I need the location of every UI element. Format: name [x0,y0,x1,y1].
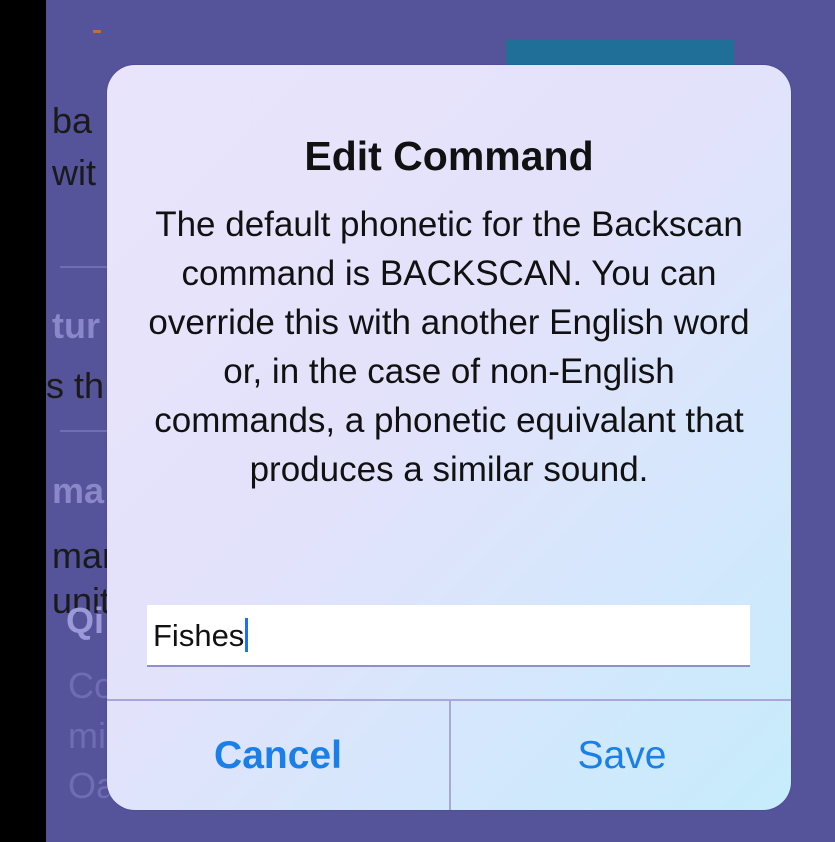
dialog-message: The default phonetic for the Backscan co… [148,205,750,489]
background-text: mar [52,535,114,576]
dialog-title: Edit Command [304,133,594,179]
save-button[interactable]: Save [451,701,791,810]
cancel-button[interactable]: Cancel [107,701,449,810]
save-button-label: Save [577,733,667,777]
background-heading: tur [52,305,100,346]
background-text: s th [46,365,105,406]
background-indicator [93,30,101,33]
background-text: ba [52,100,93,141]
background-text: mi [68,715,106,756]
phonetic-input[interactable]: Fishes [153,618,249,654]
background-heading: ma [52,470,105,511]
background-text: wit [52,152,96,193]
edit-command-dialog: Edit Command The default phonetic for th… [107,65,791,810]
cancel-button-label: Cancel [214,733,342,777]
phonetic-input-container[interactable]: Fishes [147,605,750,667]
text-caret [245,618,249,652]
background-heading: Qi [66,600,105,641]
phonetic-input-value: Fishes [153,618,245,653]
